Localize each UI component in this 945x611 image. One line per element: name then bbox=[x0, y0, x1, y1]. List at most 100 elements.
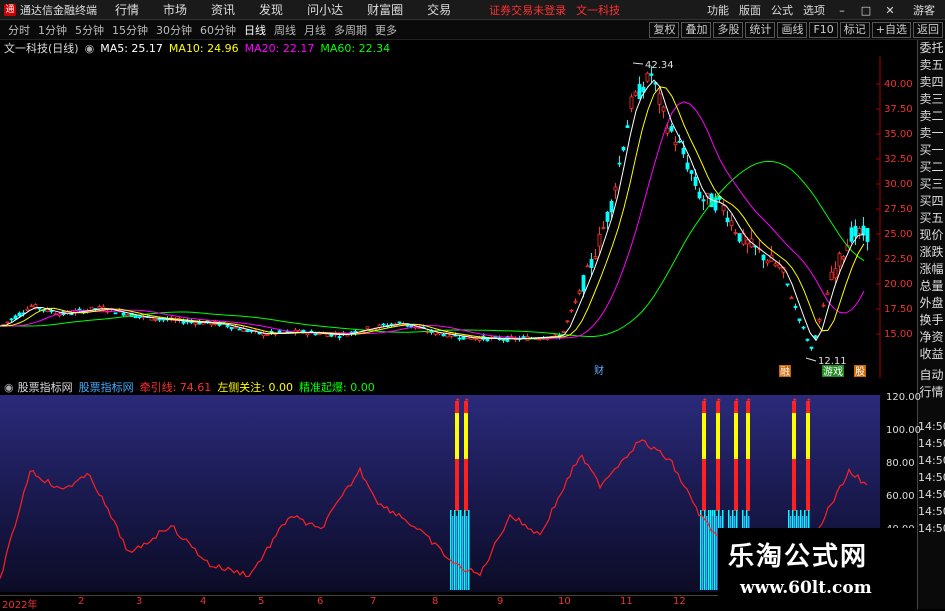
back-button[interactable]: 返回 bbox=[913, 22, 943, 38]
overlay-button[interactable]: 叠加 bbox=[681, 22, 712, 38]
menu-market[interactable]: 市场 bbox=[163, 1, 187, 18]
left-focus-value: 左侧关注: 0.00 bbox=[217, 381, 294, 394]
tag-stock[interactable]: 股 bbox=[855, 366, 865, 378]
side-item[interactable]: 自动 bbox=[918, 367, 945, 384]
price-tick: 25.00 bbox=[884, 229, 913, 240]
candle-body bbox=[405, 324, 410, 327]
menu-options[interactable]: 选项 bbox=[803, 2, 825, 18]
candle-body bbox=[13, 315, 18, 320]
period-multi[interactable]: 多周期 bbox=[334, 22, 367, 38]
candle-body bbox=[29, 305, 34, 308]
login-notice[interactable]: 证券交易未登录 bbox=[489, 2, 566, 18]
multi-stock-button[interactable]: 多股 bbox=[713, 22, 744, 38]
time-label: 14:50 bbox=[918, 488, 945, 501]
tag-margin[interactable]: 融 bbox=[780, 366, 790, 378]
side-item[interactable]: 外盘 bbox=[918, 295, 945, 312]
period-60min[interactable]: 60分钟 bbox=[200, 22, 236, 38]
menu-ask[interactable]: 问小达 bbox=[307, 1, 343, 18]
period-daily[interactable]: 日线 bbox=[244, 22, 266, 38]
menu-quotes[interactable]: 行情 bbox=[115, 1, 139, 18]
side-item[interactable]: 买三 bbox=[918, 176, 945, 193]
side-item[interactable]: 买四 bbox=[918, 193, 945, 210]
candle-body bbox=[441, 333, 446, 337]
candle-body bbox=[721, 205, 726, 212]
price-tick: 15.00 bbox=[884, 329, 913, 340]
candle-body bbox=[17, 312, 22, 317]
menu-formula[interactable]: 公式 bbox=[771, 2, 793, 18]
side-item[interactable]: 收益 bbox=[918, 346, 945, 363]
signal-arrow-icon: ↑ bbox=[701, 398, 709, 408]
date-tick: 12 bbox=[673, 596, 686, 607]
candle-body bbox=[469, 337, 474, 340]
current-stock-name: 文一科技 bbox=[576, 3, 621, 17]
side-item[interactable]: 卖一 bbox=[918, 125, 945, 142]
side-item[interactable]: 净资 bbox=[918, 329, 945, 346]
indicator-name[interactable]: 股票指标网 bbox=[18, 379, 73, 395]
candle-body bbox=[669, 126, 674, 132]
side-item[interactable]: 卖二 bbox=[918, 108, 945, 125]
side-item[interactable]: 卖三 bbox=[918, 91, 945, 108]
settings-icon[interactable]: ◉ bbox=[4, 381, 14, 394]
menu-wealth[interactable]: 财富圈 bbox=[367, 1, 403, 18]
tag-finance[interactable]: 财 bbox=[594, 364, 604, 377]
candle-body bbox=[113, 312, 118, 315]
side-item[interactable]: 委托 bbox=[918, 40, 945, 57]
menu-function[interactable]: 功能 bbox=[707, 2, 729, 18]
minimize-icon[interactable]: – bbox=[835, 4, 849, 17]
period-monthly[interactable]: 月线 bbox=[304, 22, 326, 38]
menu-discover[interactable]: 发现 bbox=[259, 1, 283, 18]
candle-body bbox=[613, 186, 618, 191]
candle-body bbox=[829, 271, 834, 281]
guest-label[interactable]: 游客 bbox=[913, 2, 935, 18]
candle-body bbox=[181, 321, 186, 324]
candlestick-chart[interactable]: 42.34 12.11 财 融 游戏 股 bbox=[0, 56, 915, 378]
side-item[interactable]: 换手 bbox=[918, 312, 945, 329]
period-weekly[interactable]: 周线 bbox=[274, 22, 296, 38]
menu-trade[interactable]: 交易 bbox=[427, 1, 451, 18]
signal-arrow-icon: ↑ bbox=[745, 398, 753, 408]
maximize-icon[interactable]: □ bbox=[859, 4, 873, 17]
signal-bar bbox=[806, 459, 810, 511]
period-intraday[interactable]: 分时 bbox=[8, 22, 30, 38]
cyan-bar bbox=[460, 510, 462, 590]
restore-rights-button[interactable]: 复权 bbox=[649, 22, 680, 38]
signal-bar bbox=[746, 459, 750, 511]
menu-layout[interactable]: 版面 bbox=[739, 2, 761, 18]
period-30min[interactable]: 30分钟 bbox=[156, 22, 192, 38]
candle-body bbox=[153, 318, 158, 321]
mark-button[interactable]: 标记 bbox=[839, 22, 870, 38]
f10-button[interactable]: F10 bbox=[809, 22, 838, 38]
close-icon[interactable]: ✕ bbox=[883, 4, 897, 17]
side-item[interactable]: 现价 bbox=[918, 227, 945, 244]
side-item[interactable]: 涨幅 bbox=[918, 261, 945, 278]
period-1min[interactable]: 1分钟 bbox=[38, 22, 67, 38]
stats-button[interactable]: 统计 bbox=[745, 22, 776, 38]
candle-body bbox=[609, 200, 614, 213]
period-15min[interactable]: 15分钟 bbox=[112, 22, 148, 38]
side-item[interactable]: 总量 bbox=[918, 278, 945, 295]
side-item[interactable]: 买五 bbox=[918, 210, 945, 227]
side-item[interactable]: 买二 bbox=[918, 159, 945, 176]
tag-game[interactable]: 游戏 bbox=[823, 365, 843, 378]
side-item[interactable]: 卖四 bbox=[918, 74, 945, 91]
side-item[interactable]: 买一 bbox=[918, 142, 945, 159]
side-item[interactable]: 涨跌 bbox=[918, 244, 945, 261]
candle-body bbox=[69, 313, 74, 316]
candle-body bbox=[673, 141, 678, 146]
time-label: 14:50 bbox=[918, 437, 945, 450]
candle-body bbox=[149, 315, 154, 321]
candle-body bbox=[805, 338, 810, 341]
period-more[interactable]: 更多 bbox=[375, 22, 397, 38]
period-5min[interactable]: 5分钟 bbox=[75, 22, 104, 38]
cyan-bar bbox=[704, 510, 706, 590]
menu-news[interactable]: 资讯 bbox=[211, 1, 235, 18]
candle-body bbox=[857, 228, 862, 234]
side-item[interactable]: 卖五 bbox=[918, 57, 945, 74]
add-watchlist-button[interactable]: +自选 bbox=[871, 22, 911, 38]
side-item[interactable]: 行情 bbox=[918, 384, 945, 401]
draw-line-button[interactable]: 画线 bbox=[777, 22, 808, 38]
settings-icon[interactable]: ◉ bbox=[85, 42, 95, 55]
signal-arrow-icon: ↑ bbox=[791, 398, 799, 408]
candle-body bbox=[793, 305, 798, 308]
price-tick: 37.50 bbox=[884, 104, 913, 115]
